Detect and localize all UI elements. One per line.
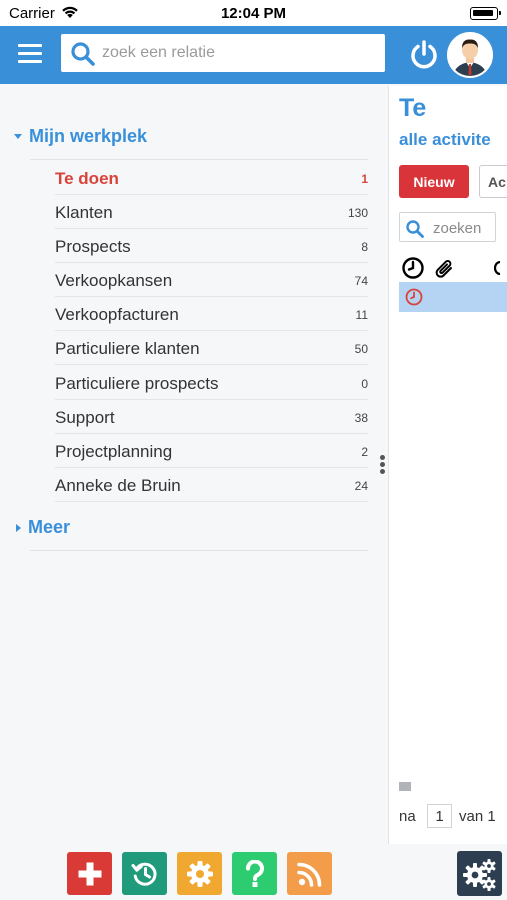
add-button[interactable] — [67, 852, 112, 895]
settings-button[interactable] — [177, 852, 222, 895]
section-meer[interactable]: Meer — [14, 517, 70, 538]
config-button[interactable] — [457, 851, 502, 896]
sidebar-item-count: 74 — [354, 274, 368, 288]
sidebar-item-label: Klanten — [55, 203, 113, 222]
sidebar-item-particuliere-prospects[interactable]: Particuliere prospects 0 — [55, 366, 368, 400]
page-number-input[interactable] — [427, 804, 452, 828]
rss-button[interactable] — [287, 852, 332, 895]
history-button[interactable] — [122, 852, 167, 895]
clock-time: 12:04 PM — [220, 5, 287, 22]
sidebar-item-label: Verkoopfacturen — [55, 305, 179, 324]
sidebar-item-verkoopfacturen[interactable]: Verkoopfacturen 11 — [55, 297, 368, 331]
sidebar-item-label: Projectplanning — [55, 442, 173, 461]
activity-row[interactable] — [399, 282, 507, 312]
battery-icon — [470, 7, 501, 20]
detail-subtitle: alle activite — [399, 130, 491, 149]
question-icon — [245, 859, 264, 887]
pager-total: van 1 — [459, 808, 496, 825]
sidebar-item-count: 24 — [354, 479, 368, 493]
sidebar-item-support[interactable]: Support 38 — [55, 400, 368, 434]
clock-icon — [405, 288, 423, 306]
hamburger-menu-icon[interactable] — [18, 44, 42, 64]
sidebar-item-projectplanning[interactable]: Projectplanning 2 — [55, 434, 368, 468]
search-icon — [406, 220, 424, 238]
sidebar-item-label: Te doen — [55, 169, 119, 188]
relation-search-field[interactable] — [61, 34, 385, 72]
detail-title: Te — [399, 94, 427, 122]
help-button[interactable] — [232, 852, 277, 895]
rss-icon — [296, 862, 321, 887]
gear-icon — [186, 860, 213, 887]
sidebar-item-count: 50 — [354, 342, 368, 356]
sidebar-item-te-doen[interactable]: Te doen 1 — [55, 161, 368, 195]
sidebar-item-label: Prospects — [55, 237, 131, 256]
sidebar-item-label: Support — [55, 408, 115, 427]
avatar-image — [449, 34, 491, 76]
sidebar-item-count: 2 — [361, 445, 368, 459]
horizontal-scrollbar[interactable] — [399, 782, 411, 791]
activity-search-field[interactable] — [399, 212, 496, 242]
sidebar-item-verkoopkansen[interactable]: Verkoopkansen 74 — [55, 263, 368, 297]
pager-prefix: na — [399, 808, 416, 825]
search-icon — [71, 42, 95, 66]
caret-down-icon — [14, 134, 22, 139]
gears-icon — [462, 858, 496, 891]
clock-icon[interactable] — [401, 256, 425, 280]
new-button[interactable]: Nieuw — [399, 165, 469, 198]
column-icon — [494, 261, 500, 275]
top-bar — [0, 26, 507, 84]
section-title: Mijn werkplek — [29, 126, 148, 146]
actions-button[interactable]: Ac — [479, 165, 507, 198]
sidebar-item-label: Anneke de Bruin — [55, 476, 181, 495]
sidebar-item-count: 1 — [361, 172, 368, 186]
power-icon[interactable] — [408, 38, 440, 72]
plus-icon — [78, 862, 101, 885]
sidebar-item-count: 11 — [355, 308, 368, 322]
section-title: Meer — [28, 517, 71, 537]
pagination: na van 1 — [399, 804, 507, 829]
sidebar-item-label: Particuliere klanten — [55, 339, 200, 358]
paperclip-icon[interactable] — [433, 256, 457, 280]
activity-search-input[interactable] — [433, 218, 495, 238]
sidebar-item-count: 0 — [361, 377, 368, 391]
divider — [30, 550, 368, 551]
sidebar-item-prospects[interactable]: Prospects 8 — [55, 229, 368, 263]
divider — [30, 159, 368, 160]
sidebar-item-count: 130 — [347, 206, 368, 220]
sidebar-item-anneke-de-bruin[interactable]: Anneke de Bruin 24 — [55, 468, 368, 502]
relation-search-input[interactable] — [102, 41, 372, 65]
sidebar-item-klanten[interactable]: Klanten 130 — [55, 195, 368, 229]
detail-panel: Te alle activite Nieuw Ac na van 1 — [388, 86, 507, 844]
status-bar: Carrier 12:04 PM — [0, 0, 507, 26]
caret-right-icon — [16, 523, 21, 532]
sidebar-item-count: 8 — [361, 240, 368, 254]
sidebar-item-count: 38 — [354, 411, 368, 425]
sidebar-item-particuliere-klanten[interactable]: Particuliere klanten 50 — [55, 331, 368, 365]
workspace-panel: Mijn werkplek Te doen 1 Klanten 130 Pros… — [0, 84, 387, 844]
history-icon — [131, 862, 157, 886]
sidebar-item-label: Particuliere prospects — [55, 374, 219, 393]
bottom-toolbar — [0, 844, 507, 900]
section-mijn-werkplek[interactable]: Mijn werkplek — [14, 126, 147, 147]
sidebar-item-label: Verkoopkansen — [55, 271, 173, 290]
user-avatar[interactable] — [447, 32, 493, 78]
panel-resize-handle[interactable] — [380, 455, 386, 475]
